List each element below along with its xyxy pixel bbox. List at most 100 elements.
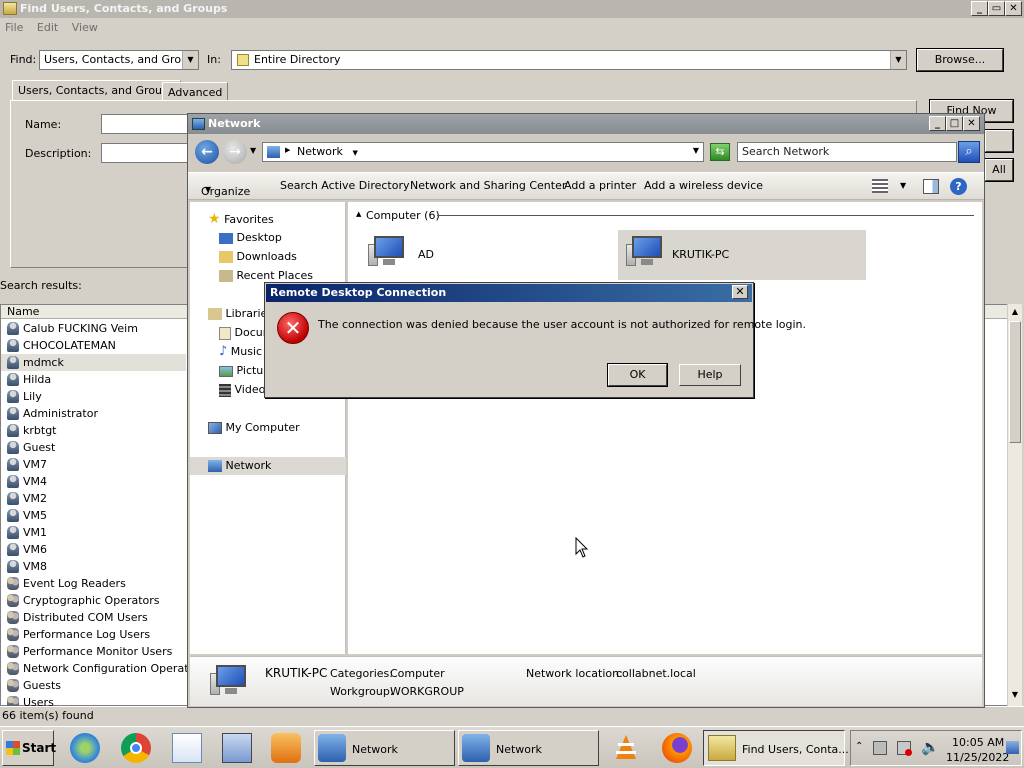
table-row[interactable]: VM5	[1, 507, 186, 524]
address-dropdown-icon[interactable]: ▼	[693, 146, 699, 155]
address-bar[interactable]: ▶ Network ▼ ▼	[262, 142, 704, 162]
taskbar-find-users[interactable]: Find Users, Conta...	[703, 730, 849, 766]
show-hidden-icons-icon[interactable]: ⌃	[855, 741, 863, 752]
close-button[interactable]: ✕	[963, 116, 980, 131]
table-row[interactable]: Lily	[1, 388, 186, 405]
windows-orb-icon[interactable]	[70, 733, 100, 763]
nav-desktop[interactable]: Desktop	[219, 229, 282, 247]
table-row[interactable]: VM1	[1, 524, 186, 541]
dialog-titlebar[interactable]: Remote Desktop Connection ✕	[266, 284, 752, 302]
clock-time[interactable]: 10:05 AM	[952, 736, 1004, 749]
table-row[interactable]: krbtgt	[1, 422, 186, 439]
network-titlebar[interactable]: Network _ □ ✕	[188, 114, 984, 134]
chevron-down-icon[interactable]: ▼	[900, 181, 906, 190]
nav-my-computer[interactable]: My Computer	[208, 419, 300, 437]
nav-downloads[interactable]: Downloads	[219, 248, 297, 266]
action-center-icon[interactable]	[873, 741, 887, 755]
table-row[interactable]: VM6	[1, 541, 186, 558]
search-active-directory-button[interactable]: Search Active Directory	[280, 179, 410, 192]
table-row[interactable]: mdmck	[1, 354, 186, 371]
network-status-icon[interactable]	[897, 741, 912, 756]
show-desktop-icon[interactable]	[1006, 741, 1019, 754]
table-row[interactable]: Guests	[1, 677, 186, 694]
table-row[interactable]: CHOCOLATEMAN	[1, 337, 186, 354]
computer-item-ad[interactable]: AD	[360, 230, 600, 280]
firefox-icon[interactable]	[662, 733, 692, 763]
taskbar-network-1[interactable]: Network	[314, 730, 455, 766]
browse-button[interactable]: Browse...	[916, 48, 1004, 72]
close-button[interactable]: ✕	[1005, 1, 1022, 16]
refresh-icon[interactable]: ⇆	[710, 143, 730, 161]
scroll-down-icon[interactable]: ▼	[1009, 688, 1021, 702]
chevron-down-icon[interactable]: ▼	[890, 51, 906, 69]
forward-arrow-icon[interactable]: →	[223, 140, 247, 164]
clock-date[interactable]: 11/25/2022	[946, 751, 1009, 764]
history-chevron-icon[interactable]: ▼	[250, 146, 256, 155]
group-header[interactable]: Computer (6)	[366, 209, 440, 222]
minimize-button[interactable]: _	[971, 1, 988, 16]
menu-edit[interactable]: Edit	[32, 19, 63, 36]
scope-select[interactable]: Entire Directory ▼	[231, 50, 907, 70]
table-row[interactable]: Event Log Readers	[1, 575, 186, 592]
table-row[interactable]: Administrator	[1, 405, 186, 422]
table-row[interactable]: VM8	[1, 558, 186, 575]
add-printer-button[interactable]: Add a printer	[564, 179, 636, 192]
find-type-select[interactable]: Users, Contacts, and Groups ▼	[39, 50, 199, 70]
chevron-down-icon[interactable]: ▼	[182, 51, 198, 69]
table-row[interactable]: Cryptographic Operators	[1, 592, 186, 609]
preview-pane-icon[interactable]	[923, 179, 939, 194]
clear-all-button[interactable]: All	[984, 158, 1014, 182]
table-row[interactable]: Network Configuration Operators	[1, 660, 206, 677]
name-input[interactable]	[101, 114, 191, 134]
table-row[interactable]: Guest	[1, 439, 186, 456]
table-row[interactable]: Distributed COM Users	[1, 609, 186, 626]
content-pane[interactable]: ▲ Computer (6) AD KRUTIK-PC	[348, 202, 982, 654]
search-input[interactable]: Search Network	[737, 142, 957, 162]
back-arrow-icon[interactable]: ←	[195, 140, 219, 164]
minimize-button[interactable]: _	[929, 116, 946, 131]
stop-button[interactable]	[984, 129, 1014, 153]
tab-users-contacts-groups[interactable]: Users, Contacts, and Groups	[12, 80, 181, 101]
view-options-icon[interactable]	[872, 179, 888, 193]
table-row[interactable]: VM4	[1, 473, 186, 490]
vlc-icon[interactable]	[612, 733, 640, 763]
network-sharing-center-button[interactable]: Network and Sharing Center	[410, 179, 566, 192]
volume-icon[interactable]: 🔈	[921, 738, 940, 756]
nav-favorites[interactable]: ★ Favorites	[208, 210, 274, 228]
keyboard-icon[interactable]	[222, 733, 252, 763]
menu-file[interactable]: File	[0, 19, 28, 36]
chrome-icon[interactable]	[121, 733, 151, 763]
table-row[interactable]: VM2	[1, 490, 186, 507]
help-button[interactable]: Help	[679, 364, 741, 386]
help-icon[interactable]: ?	[950, 178, 967, 195]
table-row[interactable]: Performance Log Users	[1, 626, 186, 643]
results-scrollbar[interactable]: ▲ ▼	[1007, 304, 1022, 706]
table-row[interactable]: Hilda	[1, 371, 186, 388]
wordpad-icon[interactable]	[172, 733, 202, 763]
ok-button[interactable]: OK	[607, 363, 668, 387]
description-input[interactable]	[101, 143, 191, 163]
maximize-button[interactable]: ▭	[988, 1, 1005, 16]
maximize-button[interactable]: □	[946, 116, 963, 131]
dialog-close-button[interactable]: ✕	[732, 285, 748, 299]
collapse-icon[interactable]: ▲	[356, 210, 361, 218]
breadcrumb[interactable]: Network	[297, 145, 343, 158]
table-row[interactable]: VM7	[1, 456, 186, 473]
media-player-icon[interactable]	[271, 733, 301, 763]
computer-item-krutik-pc[interactable]: KRUTIK-PC	[618, 230, 866, 280]
scroll-up-icon[interactable]: ▲	[1009, 305, 1021, 319]
menu-view[interactable]: View	[67, 19, 103, 36]
scroll-thumb[interactable]	[1009, 321, 1021, 443]
start-button[interactable]: Start	[2, 730, 56, 766]
table-row[interactable]: Calub FUCKING Veim	[1, 320, 186, 337]
find-window-titlebar[interactable]: Find Users, Contacts, and Groups _ ▭ ✕	[0, 0, 1024, 18]
tab-advanced[interactable]: Advanced	[162, 82, 229, 101]
add-wireless-device-button[interactable]: Add a wireless device	[644, 179, 763, 192]
breadcrumb-chevron-icon[interactable]: ▶	[285, 146, 290, 154]
search-icon[interactable]: ⌕	[958, 141, 980, 163]
breadcrumb-chevron-icon[interactable]: ▼	[352, 149, 357, 157]
nav-music[interactable]: ♪ Music	[219, 343, 262, 361]
nav-network[interactable]: Network	[190, 457, 346, 475]
table-row[interactable]: Performance Monitor Users	[1, 643, 186, 660]
taskbar-network-2[interactable]: Network	[458, 730, 599, 766]
